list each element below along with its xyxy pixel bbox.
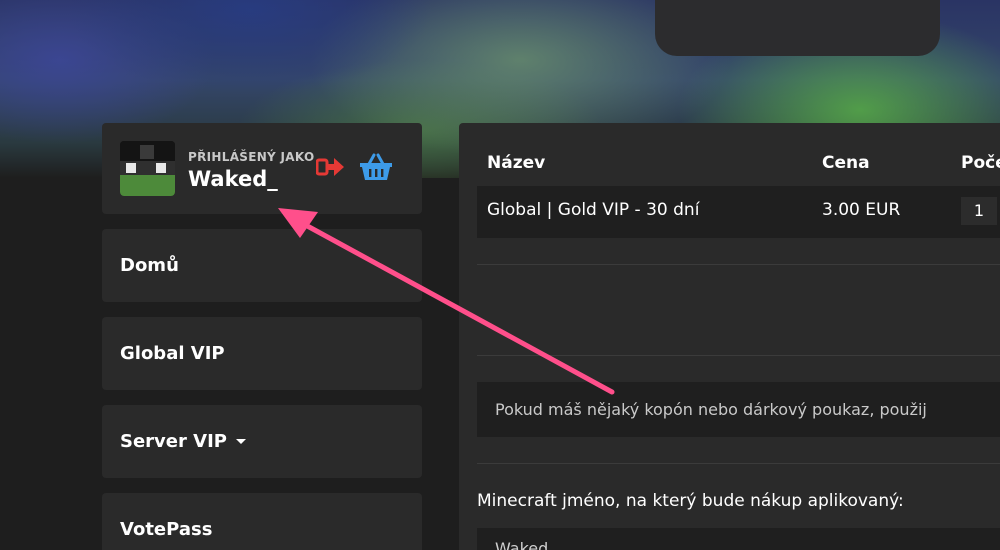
coupon-text: Pokud máš nějaký kopón nebo dárkový pouk… — [495, 400, 927, 419]
sidebar-item-label: Global VIP — [120, 343, 225, 364]
minecraft-name-label: Minecraft jméno, na který bude nákup apl… — [477, 491, 904, 511]
divider — [477, 264, 1000, 265]
sidebar-item-domu[interactable]: Domů — [102, 229, 422, 302]
basket-icon[interactable] — [359, 153, 393, 181]
minecraft-name-input[interactable] — [477, 528, 1000, 550]
item-price: 3.00 EUR — [822, 200, 901, 220]
divider — [477, 355, 1000, 356]
sidebar-item-global-vip[interactable]: Global VIP — [102, 317, 422, 390]
divider — [477, 463, 1000, 464]
sidebar-item-label: VotePass — [120, 519, 213, 540]
sidebar-item-label: Server VIP — [120, 431, 227, 452]
sidebar-item-votepass[interactable]: VotePass — [102, 493, 422, 550]
hero-logo-card — [655, 0, 940, 56]
avatar — [120, 141, 175, 196]
table-row: Global | Gold VIP - 30 dní 3.00 EUR 1 — [477, 186, 1000, 238]
coupon-notice[interactable]: Pokud máš nějaký kopón nebo dárkový pouk… — [477, 382, 1000, 437]
quantity-input[interactable]: 1 — [961, 197, 997, 225]
cart-panel: Název Cena Poče Global | Gold VIP - 30 d… — [459, 123, 1000, 550]
logout-icon[interactable] — [316, 155, 346, 179]
sidebar-item-label: Domů — [120, 255, 179, 276]
sidebar-item-server-vip[interactable]: Server VIP — [102, 405, 422, 478]
chevron-down-icon — [235, 439, 246, 444]
column-header-name: Název — [487, 153, 546, 173]
column-header-price: Cena — [822, 153, 870, 173]
item-name: Global | Gold VIP - 30 dní — [487, 200, 700, 220]
column-header-quantity: Poče — [961, 153, 1000, 173]
logged-in-label: PŘIHLÁŠENÝ JAKO — [188, 150, 315, 164]
username: Waked_ — [188, 167, 278, 191]
user-card: PŘIHLÁŠENÝ JAKO Waked_ — [102, 123, 422, 214]
